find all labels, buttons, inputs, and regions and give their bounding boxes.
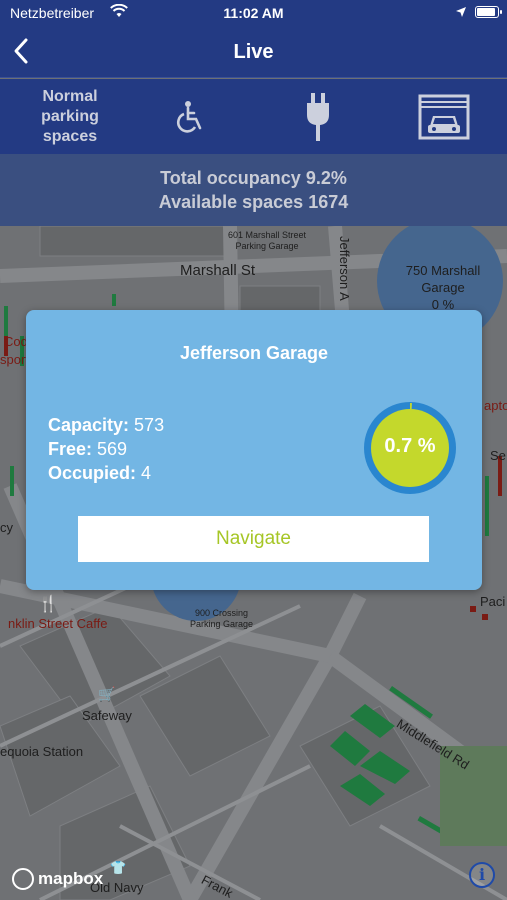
navigation-bar: Live	[0, 26, 507, 78]
mapbox-logo[interactable]: mapbox	[12, 868, 103, 890]
status-bar: Netzbetreiber 11:02 AM	[0, 0, 507, 26]
location-arrow-icon	[455, 5, 467, 21]
map-label-sequoia-station: equoia Station	[0, 744, 84, 759]
ev-plug-icon	[307, 92, 329, 141]
free-value: 569	[97, 439, 128, 459]
filter-wheelchair[interactable]	[160, 79, 220, 154]
map-label-750-garage[interactable]: 750 Marshall Garage 0 %	[398, 262, 488, 313]
map-label-franklin-caffe: nklin Street Caffe	[8, 616, 108, 631]
filter-normal-spaces[interactable]: Normal parking spaces	[10, 79, 130, 154]
capacity-value: 573	[134, 415, 165, 435]
filter-bar: Normal parking spaces	[0, 79, 507, 154]
capacity-row: Capacity: 573	[48, 415, 165, 435]
map-label-sea: Se	[490, 448, 506, 463]
free-row: Free: 569	[48, 439, 128, 459]
occupied-row: Occupied: 4	[48, 463, 152, 483]
map-label-cod: Cod	[4, 334, 28, 349]
battery-icon	[475, 6, 502, 18]
restaurant-icon: 🍴	[38, 596, 58, 613]
chevron-left-icon[interactable]	[10, 36, 34, 66]
occupied-value: 4	[141, 463, 152, 483]
filter-normal-label: Normal parking spaces	[41, 87, 99, 145]
occupancy-summary: Total occupancy 9.2% Available spaces 16…	[0, 154, 507, 226]
map-label-capto: apto	[484, 398, 507, 413]
garage-icon	[418, 94, 470, 139]
map-label-marshall-st: Marshall St	[180, 262, 256, 279]
map-label-601-garage: 601 Marshall Street Parking Garage	[228, 230, 307, 251]
map-label-sport: sport	[0, 352, 29, 367]
clock: 11:02 AM	[223, 5, 284, 21]
occupancy-percent: 0.7 %	[384, 435, 436, 457]
shopping-cart-icon: 🛒	[98, 686, 116, 702]
garage-popup: Jefferson Garage Capacity: 573 Free: 569…	[26, 310, 482, 590]
map-label-pacific: Paci	[480, 594, 506, 609]
filter-garage[interactable]	[412, 79, 476, 154]
map-label-900-garage[interactable]: 900 Crossing Parking Garage	[190, 608, 253, 630]
mapbox-icon	[12, 868, 34, 890]
occupancy-gauge: 0.7 %	[360, 398, 460, 498]
map-label-cy: cy	[0, 520, 13, 535]
popup-title: Jefferson Garage	[179, 343, 329, 363]
clothing-store-icon: 👕	[110, 860, 127, 875]
page-title: Live	[233, 41, 274, 63]
map-label-jefferson-ave: Jefferson A	[337, 236, 352, 301]
filter-ev-charging[interactable]	[288, 79, 348, 154]
navigate-button[interactable]: Navigate	[78, 516, 429, 562]
wheelchair-icon	[177, 100, 202, 133]
info-icon[interactable]: i	[469, 862, 495, 888]
total-occupancy: Total occupancy 9.2%	[160, 168, 347, 188]
garage-stats: Capacity: 573 Free: 569 Occupied: 4	[48, 413, 164, 485]
map-label-safeway: Safeway	[82, 708, 132, 723]
available-spaces: Available spaces 1674	[158, 192, 349, 212]
